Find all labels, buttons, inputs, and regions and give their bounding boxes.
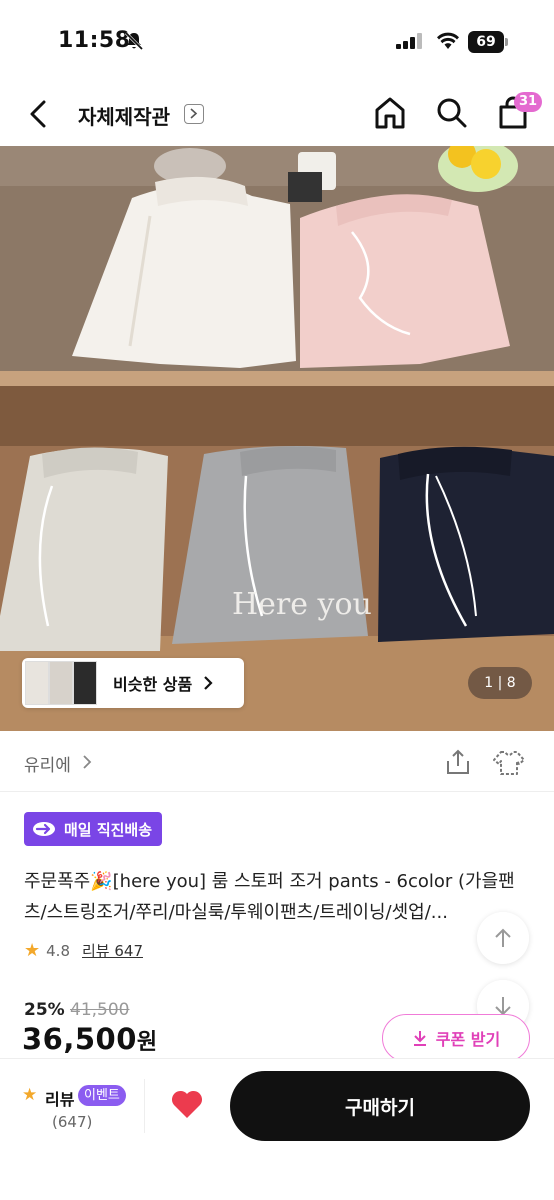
review-count: (647) xyxy=(52,1113,93,1131)
event-badge: 이벤트 xyxy=(78,1085,126,1106)
arrow-up-icon xyxy=(495,928,511,947)
page-title[interactable]: 자체제작관 xyxy=(78,101,170,130)
daily-direct-delivery-badge: 매일 직진배송 xyxy=(24,812,163,846)
back-arrow-icon[interactable] xyxy=(24,98,54,130)
sale-price-value: 36,500 xyxy=(22,1022,137,1056)
similar-products-button[interactable]: 비슷한 상품 xyxy=(22,658,244,708)
discount-rate: 25% xyxy=(24,1000,65,1020)
download-icon xyxy=(413,1031,426,1046)
brand-row: 유리에 xyxy=(0,732,554,792)
brand-name-link[interactable]: 유리에 xyxy=(24,751,71,776)
rating-value: 4.8 xyxy=(46,941,70,960)
photo-caption-text: Here you xyxy=(232,587,372,622)
bottom-action-bar: ★ 리뷰 이벤트 (647) 구매하기 xyxy=(0,1058,554,1200)
battery-icon: 69 xyxy=(468,31,508,53)
star-icon: ★ xyxy=(24,940,41,961)
cart-count-badge: 31 xyxy=(514,92,542,112)
status-bar: 11:58 69 xyxy=(0,0,554,82)
battery-level: 69 xyxy=(468,31,504,53)
sale-price: 36,500원 xyxy=(22,1022,158,1056)
home-icon[interactable] xyxy=(374,96,406,130)
share-icon[interactable] xyxy=(444,748,472,776)
review-count-link[interactable]: 리뷰 647 xyxy=(82,940,143,961)
similar-products-thumbnails xyxy=(25,661,97,705)
currency-unit: 원 xyxy=(136,1030,158,1055)
bell-muted-icon xyxy=(124,31,144,51)
cellular-signal-icon xyxy=(396,33,422,49)
chevron-right-icon xyxy=(204,676,213,690)
heart-icon[interactable] xyxy=(170,1089,204,1119)
title-chevron-right-icon[interactable] xyxy=(184,104,204,124)
wifi-icon xyxy=(437,32,459,49)
review-tab-label[interactable]: 리뷰 xyxy=(45,1086,74,1110)
rating-row: ★ 4.8 리뷰 647 xyxy=(24,940,143,961)
search-icon[interactable] xyxy=(436,97,468,129)
delivery-badge-label: 매일 직진배송 xyxy=(64,820,153,839)
delivery-arrow-icon xyxy=(33,822,55,836)
product-title: 주문폭주🎉[here you] 룸 스토퍼 조거 pants - 6color … xyxy=(24,871,515,923)
original-price: 41,500 xyxy=(70,1000,130,1020)
top-navigation: 자체제작관 31 xyxy=(0,84,554,144)
divider xyxy=(144,1079,145,1133)
scroll-up-button[interactable] xyxy=(477,912,529,964)
product-image-carousel[interactable]: Here you 비슷한 상품 1 | 8 xyxy=(0,146,554,731)
product-photo: Here you xyxy=(0,146,554,731)
status-time: 11:58 xyxy=(58,28,131,53)
similar-products-label: 비슷한 상품 xyxy=(113,675,193,694)
clothes-fit-icon[interactable] xyxy=(492,748,526,778)
buy-button[interactable]: 구매하기 xyxy=(230,1071,530,1141)
image-page-indicator: 1 | 8 xyxy=(468,667,532,699)
chevron-right-icon xyxy=(83,755,92,769)
get-coupon-button[interactable]: 쿠폰 받기 xyxy=(382,1014,530,1062)
coupon-label: 쿠폰 받기 xyxy=(435,1030,501,1049)
star-icon: ★ xyxy=(22,1085,38,1105)
